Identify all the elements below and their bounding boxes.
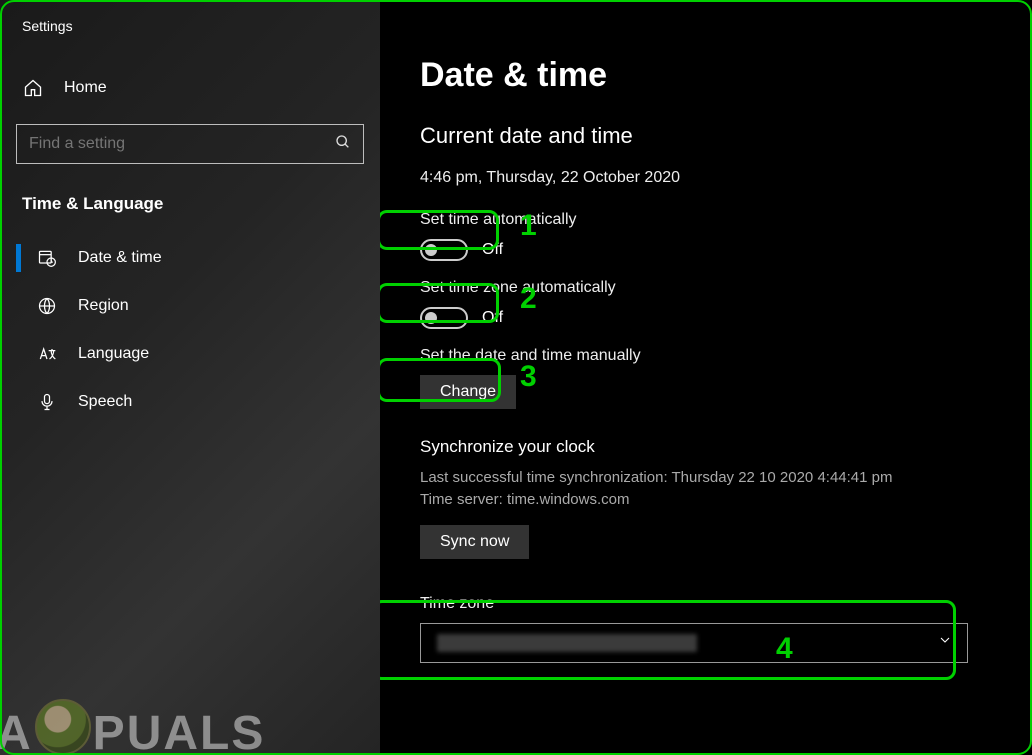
set-tz-auto-toggle[interactable] (420, 307, 468, 329)
sidebar-item-date-time[interactable]: Date & time (16, 234, 364, 282)
search-input-wrap[interactable] (16, 124, 364, 164)
set-time-auto-toggle[interactable] (420, 239, 468, 261)
sync-now-button[interactable]: Sync now (420, 525, 529, 559)
settings-window: Settings Home Time & Language Date & tim… (0, 0, 1032, 755)
chevron-down-icon (937, 632, 953, 653)
section-current-datetime: Current date and time (420, 123, 1012, 149)
set-manual-label: Set the date and time manually (420, 347, 1012, 365)
sidebar-item-label: Speech (78, 393, 132, 411)
current-datetime-value: 4:46 pm, Thursday, 22 October 2020 (420, 169, 1012, 187)
sync-server: Time server: time.windows.com (420, 491, 630, 508)
set-time-auto-state: Off (482, 241, 503, 259)
time-zone-select[interactable] (420, 623, 968, 663)
sidebar-item-label: Language (78, 345, 149, 363)
sidebar-item-label: Region (78, 297, 129, 315)
time-zone-value-blurred (437, 634, 697, 652)
search-input[interactable] (29, 135, 335, 153)
search-icon (335, 134, 351, 155)
sync-heading: Synchronize your clock (420, 437, 1012, 457)
watermark-logo-icon (35, 699, 91, 755)
set-time-auto-label: Set time automatically (420, 211, 1012, 229)
mic-icon (36, 392, 58, 412)
set-tz-auto-label: Set time zone automatically (420, 279, 1012, 297)
sidebar: Settings Home Time & Language Date & tim… (0, 0, 380, 755)
home-label: Home (64, 79, 107, 97)
app-title: Settings (22, 18, 364, 34)
watermark-right: PUALS (93, 706, 266, 755)
set-tz-auto-state: Off (482, 309, 503, 327)
time-zone-heading: Time zone (420, 595, 1012, 613)
globe-icon (36, 296, 58, 316)
sidebar-item-label: Date & time (78, 249, 162, 267)
home-icon (22, 78, 44, 98)
sync-detail: Last successful time synchronization: Th… (420, 467, 1012, 511)
home-nav[interactable]: Home (16, 68, 364, 108)
main-content: Date & time Current date and time 4:46 p… (380, 0, 1032, 755)
change-button[interactable]: Change (420, 375, 516, 409)
calendar-clock-icon (36, 248, 58, 268)
page-title: Date & time (420, 56, 1012, 95)
sidebar-item-language[interactable]: Language (16, 330, 364, 378)
sync-last: Last successful time synchronization: Th… (420, 469, 893, 486)
category-heading: Time & Language (16, 186, 364, 234)
watermark: A PUALS (0, 699, 265, 755)
watermark-left: A (0, 706, 33, 755)
sidebar-item-speech[interactable]: Speech (16, 378, 364, 426)
sidebar-item-region[interactable]: Region (16, 282, 364, 330)
language-icon (36, 344, 58, 364)
